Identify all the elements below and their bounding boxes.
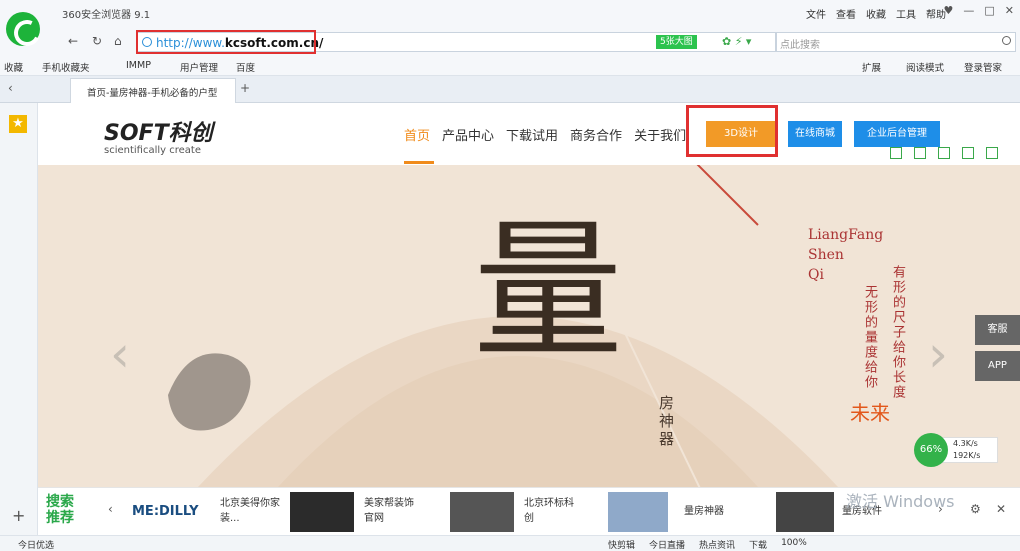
tab-title: 首页-量房神器-手机必备的户型	[87, 88, 217, 99]
menu-view[interactable]: 查看	[836, 6, 856, 21]
nav-active-underline	[404, 161, 434, 164]
bookmark-reader-mode[interactable]: 阅读模式	[906, 60, 944, 74]
slogan-vertical-2: 无形的量度给你	[862, 285, 877, 390]
speed-widget[interactable]: 4.3K/s 192K/s 66%	[914, 433, 998, 467]
recommend-strip: 搜索 推荐 ‹ ME:DILLY 北京美得你家装... 美家帮装饰官网 北京环标…	[38, 487, 1020, 535]
tool-icon-5[interactable]	[986, 147, 998, 159]
skin-icon[interactable]: ♥	[944, 4, 954, 17]
strip-prev-icon[interactable]: ‹	[108, 502, 113, 516]
nav-about[interactable]: 关于我们	[634, 125, 686, 144]
status-right: 快剪辑 今日直播 热点资讯 下载 100%	[608, 538, 807, 551]
zoom-level[interactable]: 100%	[781, 538, 807, 551]
menu-favorites[interactable]: 收藏	[866, 6, 886, 21]
slogan-vertical-1: 有形的尺子给你长度	[890, 265, 905, 400]
menu-tools[interactable]: 工具	[896, 6, 916, 21]
image-tag-badge[interactable]: 5张大图	[656, 35, 697, 49]
strip-next-icon[interactable]: ›	[938, 502, 943, 516]
tab-active[interactable]: 首页-量房神器-手机必备的户型	[70, 78, 236, 103]
3d-highlight-box	[686, 105, 778, 157]
site-logo[interactable]: SOFT科创 scientifically create	[104, 115, 213, 156]
upload-speed: 4.3K/s	[953, 439, 978, 448]
banner-prev-icon[interactable]: ‹	[110, 325, 130, 383]
bookmark-immp[interactable]: IMMP	[126, 60, 151, 71]
site-nav: 首页 产品中心 下载试用 商务合作 关于我们	[404, 125, 686, 144]
top-menu: 文件 查看 收藏 工具 帮助	[806, 6, 946, 21]
strip-settings-icon[interactable]: ⚙	[970, 502, 981, 516]
bookmarks-bar: 收藏 手机收藏夹 IMMP 用户管理 百度 扩展 阅读模式 登录管家	[0, 56, 1020, 76]
future-text: 未来	[850, 401, 890, 425]
hot-news[interactable]: 热点资讯	[699, 538, 735, 551]
bookmark-login-manager[interactable]: 登录管家	[964, 60, 1002, 74]
nav-products[interactable]: 产品中心	[442, 125, 494, 144]
bookmark-favorites[interactable]: 收藏	[4, 60, 23, 74]
new-tab-icon[interactable]: +	[240, 81, 250, 95]
download-speed: 192K/s	[953, 451, 981, 460]
today-picks[interactable]: 今日优选	[18, 538, 54, 551]
speed-percent: 66%	[914, 433, 948, 467]
page-tools	[890, 147, 998, 159]
star-icon[interactable]: ★	[9, 115, 27, 133]
nav-business[interactable]: 商务合作	[570, 125, 622, 144]
browser-logo-icon	[6, 12, 40, 46]
tool-icon-4[interactable]	[962, 147, 974, 159]
banner-next-icon[interactable]: ›	[928, 325, 948, 383]
app-tag[interactable]: APP	[975, 351, 1020, 381]
nav-home[interactable]: 首页	[404, 125, 430, 144]
tool-icon-1[interactable]	[890, 147, 902, 159]
web-page: SOFT科创 scientifically create 首页 产品中心 下载试…	[38, 103, 1020, 535]
tab-scroll-left-icon[interactable]: ‹	[8, 81, 13, 95]
customer-service-tag[interactable]: 客服	[975, 315, 1020, 345]
speed-icons[interactable]: ✿ ⚡ ▾	[722, 35, 751, 48]
bookmark-extensions[interactable]: 扩展	[862, 60, 881, 74]
strip-heading: 搜索 推荐	[46, 494, 74, 526]
reload-icon[interactable]: ↻	[92, 34, 102, 48]
app-title: 360安全浏览器 9.1	[62, 10, 151, 21]
tool-icon-2[interactable]	[914, 147, 926, 159]
tab-row: ‹ 首页-量房神器-手机必备的户型 +	[0, 76, 1020, 103]
admin-button[interactable]: 企业后台管理	[854, 121, 940, 147]
window-controls: ♥ — □ ✕	[944, 4, 1015, 17]
address-bar-row: ← ↻ ⌂ http://www.kcsoft.com.cn/ 5张大图 ✿ ⚡…	[0, 28, 1020, 56]
close-icon[interactable]: ✕	[1005, 4, 1014, 17]
url-highlight-box	[136, 30, 316, 54]
bookmark-baidu[interactable]: 百度	[236, 60, 255, 74]
banner-title: 量	[473, 205, 624, 379]
home-icon[interactable]: ⌂	[114, 34, 122, 48]
strip-close-icon[interactable]: ✕	[996, 502, 1006, 516]
search-placeholder: 点此搜索	[780, 40, 820, 51]
site-header: SOFT科创 scientifically create 首页 产品中心 下载试…	[38, 103, 1020, 165]
minimize-icon[interactable]: —	[963, 4, 974, 17]
back-icon[interactable]: ←	[68, 34, 78, 48]
online-shop-button[interactable]: 在线商城	[788, 121, 842, 147]
nav-download[interactable]: 下载试用	[506, 125, 558, 144]
quick-edit[interactable]: 快剪辑	[608, 538, 635, 551]
hero-banner: 量 房神器 LiangFang Shen Qi 有形的尺子给你长度 无形的量度给…	[38, 165, 1020, 487]
maximize-icon[interactable]: □	[984, 4, 994, 17]
add-sidebar-icon[interactable]: +	[12, 506, 25, 525]
liangfang-text: LiangFang Shen Qi	[808, 227, 884, 283]
banner-subtitle: 房神器	[657, 395, 675, 449]
menu-file[interactable]: 文件	[806, 6, 826, 21]
title-bar: 360安全浏览器 9.1 文件 查看 收藏 工具 帮助 ♥ — □ ✕	[0, 0, 1020, 28]
download-status[interactable]: 下载	[749, 538, 767, 551]
today-live[interactable]: 今日直播	[649, 538, 685, 551]
status-bar: 今日优选 快剪辑 今日直播 热点资讯 下载 100%	[0, 535, 1020, 551]
bookmark-mobile[interactable]: 手机收藏夹	[42, 60, 90, 74]
left-sidebar: ★ +	[0, 103, 38, 535]
bookmark-user-mgmt[interactable]: 用户管理	[180, 60, 218, 74]
tool-icon-3[interactable]	[938, 147, 950, 159]
search-icon[interactable]	[1002, 36, 1011, 45]
